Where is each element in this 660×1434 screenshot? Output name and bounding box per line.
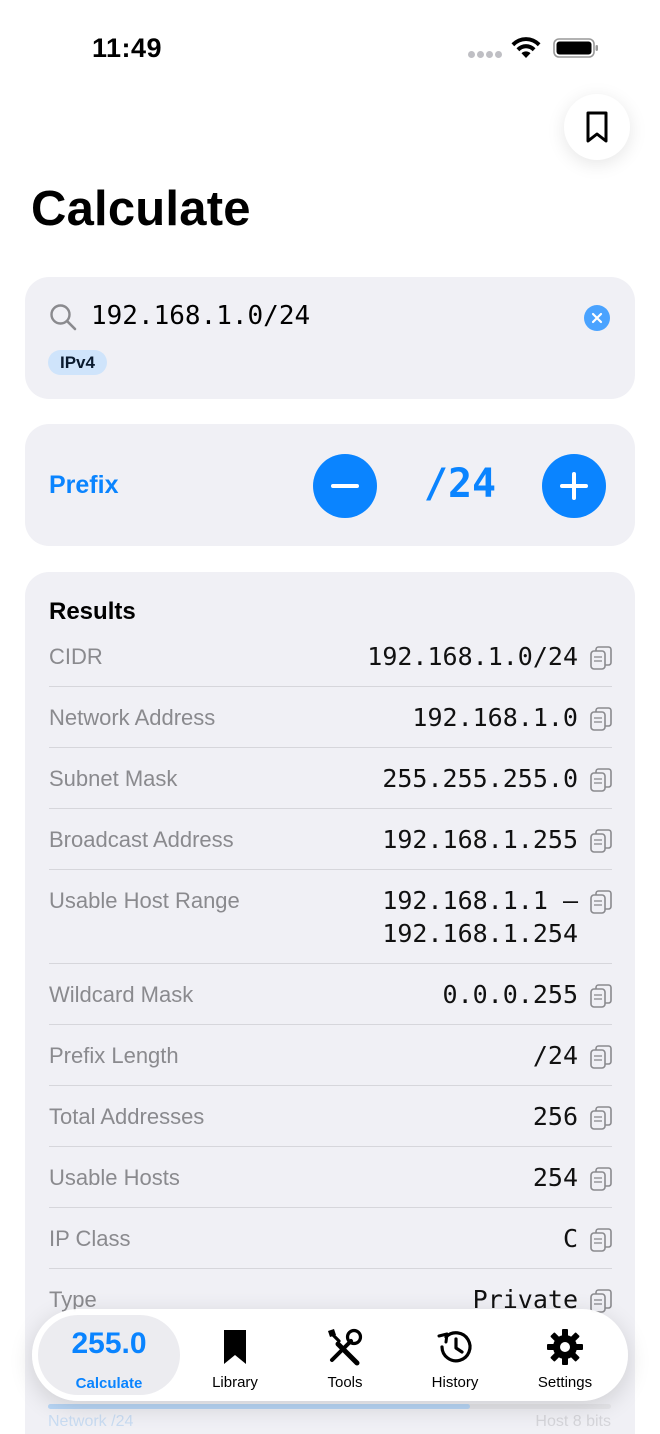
- result-value-end: 192.168.1.254: [382, 919, 578, 948]
- copy-icon[interactable]: [590, 1167, 612, 1191]
- result-value-start: 192.168.1.1 –: [382, 886, 578, 915]
- result-row-cidr: CIDR 192.168.1.0/24: [49, 627, 612, 687]
- gear-icon: [547, 1329, 583, 1365]
- tab-label: Tools: [327, 1374, 363, 1391]
- result-label: Network Address: [49, 705, 216, 730]
- result-row-total-addresses: Total Addresses 256: [49, 1086, 612, 1147]
- clear-button[interactable]: [584, 305, 610, 331]
- search-icon: [50, 304, 77, 331]
- copy-icon[interactable]: [590, 768, 612, 792]
- tab-label: Library: [212, 1374, 258, 1391]
- close-icon: [591, 312, 603, 324]
- tab-history[interactable]: History: [399, 1315, 511, 1395]
- result-row-usable-host-range: Usable Host Range 192.168.1.1 – 192.168.…: [49, 870, 612, 964]
- tab-label: History: [431, 1374, 479, 1391]
- result-value: 192.168.1.0/24: [367, 642, 578, 671]
- minus-icon: [331, 484, 359, 488]
- copy-icon[interactable]: [590, 829, 612, 853]
- result-value: 256: [532, 1102, 578, 1131]
- increase-prefix-button[interactable]: [542, 454, 606, 518]
- page-title: Calculate: [31, 182, 251, 236]
- bookmark-icon: [224, 1330, 246, 1364]
- tab-library[interactable]: Library: [179, 1315, 291, 1395]
- result-row-usable-hosts: Usable Hosts 254: [49, 1147, 612, 1208]
- result-row-wildcard-mask: Wildcard Mask 0.0.0.255: [49, 964, 612, 1025]
- result-value: C: [562, 1224, 578, 1253]
- calculate-tab-glyph: 255.0: [71, 1327, 147, 1360]
- result-label: Usable Hosts: [49, 1165, 180, 1190]
- tab-label: Settings: [537, 1374, 593, 1391]
- network-bits-fill: [48, 1404, 471, 1409]
- battery-icon: [553, 38, 598, 58]
- result-label: IP Class: [49, 1226, 131, 1251]
- tab-tools[interactable]: Tools: [289, 1315, 401, 1395]
- results-list: CIDR 192.168.1.0/24 Network Address 192.…: [49, 627, 612, 1330]
- result-value: 254: [532, 1163, 578, 1192]
- network-bits-label: Network /24: [48, 1413, 134, 1430]
- ip-version-badge: IPv4: [48, 350, 107, 375]
- plus-icon: [560, 472, 588, 500]
- prefix-card: Prefix /24: [25, 424, 635, 546]
- copy-icon[interactable]: [590, 890, 612, 914]
- status-bar: 11:49: [0, 0, 660, 96]
- copy-icon[interactable]: [590, 1289, 612, 1313]
- address-input[interactable]: 192.168.1.0/24: [91, 301, 310, 331]
- result-row-subnet-mask: Subnet Mask 255.255.255.0: [49, 748, 612, 809]
- copy-icon[interactable]: [590, 1228, 612, 1252]
- copy-icon[interactable]: [590, 1045, 612, 1069]
- result-row-ip-class: IP Class C: [49, 1208, 612, 1269]
- host-bits-label: Host 8 bits: [535, 1413, 611, 1430]
- result-label: Total Addresses: [49, 1104, 205, 1129]
- copy-icon[interactable]: [590, 1106, 612, 1130]
- bookmark-icon: [586, 111, 608, 143]
- prefix-value: /24: [423, 461, 497, 507]
- result-row-prefix-length: Prefix Length /24: [49, 1025, 612, 1086]
- result-label: Wildcard Mask: [49, 982, 194, 1007]
- status-time: 11:49: [92, 33, 163, 63]
- network-host-bar: Network /24 Host 8 bits: [48, 1404, 611, 1434]
- tab-bar: 255.0 Calculate Library Tools History Se…: [32, 1309, 628, 1401]
- cellular-signal-icon: [468, 51, 502, 59]
- result-value: 192.168.1.0: [412, 703, 578, 732]
- result-label: Prefix Length: [49, 1043, 179, 1068]
- result-label: Usable Host Range: [49, 888, 240, 913]
- copy-icon[interactable]: [590, 707, 612, 731]
- bookmark-button[interactable]: [564, 94, 630, 160]
- tools-icon: [328, 1328, 363, 1366]
- results-title: Results: [49, 598, 136, 625]
- copy-icon[interactable]: [590, 984, 612, 1008]
- copy-icon[interactable]: [590, 646, 612, 670]
- screen: 11:49 Calculate 192.168.1.0/24 IPv4 Pref…: [0, 0, 660, 1434]
- history-icon: [437, 1331, 472, 1363]
- result-value: 192.168.1.255: [382, 825, 578, 854]
- result-label: Broadcast Address: [49, 827, 234, 852]
- tab-settings[interactable]: Settings: [509, 1315, 621, 1395]
- result-value: 255.255.255.0: [382, 764, 578, 793]
- result-label: Subnet Mask: [49, 766, 178, 791]
- result-value: 0.0.0.255: [442, 980, 578, 1009]
- tab-label: Calculate: [75, 1375, 143, 1392]
- result-row-broadcast-address: Broadcast Address 192.168.1.255: [49, 809, 612, 870]
- prefix-label: Prefix: [49, 471, 119, 499]
- search-card: 192.168.1.0/24 IPv4: [25, 277, 635, 399]
- decrease-prefix-button[interactable]: [313, 454, 377, 518]
- tab-calculate[interactable]: 255.0 Calculate: [38, 1315, 180, 1395]
- results-card: Results CIDR 192.168.1.0/24 Network Addr…: [25, 572, 635, 1434]
- result-row-network-address: Network Address 192.168.1.0: [49, 687, 612, 748]
- wifi-icon: [511, 37, 541, 58]
- result-value: /24: [532, 1041, 578, 1070]
- result-label: CIDR: [49, 644, 103, 669]
